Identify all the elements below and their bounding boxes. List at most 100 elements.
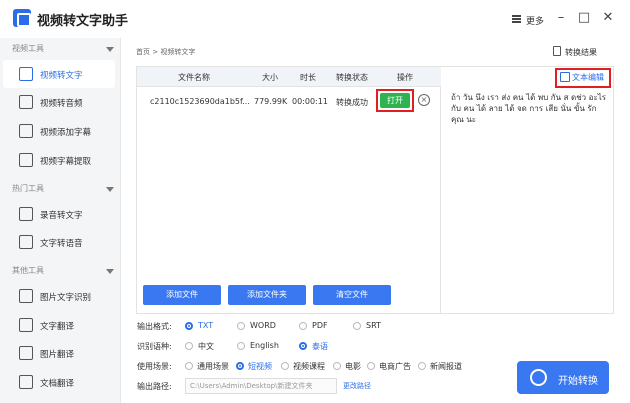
path-label: 输出路径: bbox=[137, 382, 172, 391]
chevron-down-icon[interactable] bbox=[106, 187, 114, 192]
convert-icon bbox=[530, 369, 547, 386]
change-path-link[interactable]: 更改路径 bbox=[343, 381, 371, 391]
radio-scene-ecommerce[interactable] bbox=[367, 362, 375, 370]
output-path-field[interactable]: C:\Users\Admin\Desktop\新建文件夹 bbox=[185, 378, 337, 394]
format-option-txt[interactable]: TXT bbox=[198, 321, 213, 330]
subtitle-icon bbox=[19, 153, 33, 167]
sidebar-section-hot-tools[interactable]: 热门工具 bbox=[0, 180, 121, 196]
sidebar-item-label: 视频转音频 bbox=[40, 99, 83, 109]
convert-result-button[interactable]: 转换结果 bbox=[565, 47, 597, 58]
clear-files-label: 清空文件 bbox=[336, 290, 368, 299]
sidebar-item-label: 视频转文字 bbox=[40, 71, 83, 81]
sidebar-item-label: 图片文字识别 bbox=[40, 293, 92, 303]
delete-icon[interactable]: × bbox=[418, 94, 430, 106]
scene-option-news[interactable]: 新闻报道 bbox=[430, 361, 462, 372]
chevron-down-icon[interactable] bbox=[106, 269, 114, 274]
format-label: 输出格式: bbox=[137, 322, 172, 331]
scene-option-ecommerce[interactable]: 电商广告 bbox=[379, 361, 411, 372]
sidebar-item-label: 视频添加字幕 bbox=[40, 128, 92, 138]
microphone-icon bbox=[19, 207, 33, 221]
sidebar-item-add-subtitle[interactable]: 视频添加字幕 bbox=[3, 117, 115, 145]
chevron-down-icon[interactable] bbox=[106, 47, 114, 52]
sidebar-item-extract-subtitle[interactable]: 视频字幕提取 bbox=[3, 146, 115, 174]
column-header-status: 转换状态 bbox=[336, 73, 368, 82]
radio-format-pdf[interactable] bbox=[299, 322, 307, 330]
play-icon bbox=[19, 124, 33, 138]
column-header-action: 操作 bbox=[397, 73, 413, 82]
sidebar-section-video-tools[interactable]: 视频工具 bbox=[0, 40, 121, 56]
menu-icon[interactable] bbox=[512, 15, 521, 23]
start-convert-label: 开始转换 bbox=[558, 376, 598, 387]
sidebar-item-video-to-audio[interactable]: 视频转音频 bbox=[3, 88, 115, 116]
image-text-icon bbox=[19, 289, 33, 303]
more-menu-button[interactable]: 更多 bbox=[526, 14, 544, 27]
video-text-icon bbox=[19, 67, 33, 81]
scene-label: 使用场景: bbox=[137, 362, 172, 371]
file-size-cell: 779.99K bbox=[254, 97, 288, 106]
sidebar-item-recording-to-text[interactable]: 录音转文字 bbox=[3, 200, 115, 228]
file-icon bbox=[553, 46, 561, 56]
add-file-button[interactable]: 添加文件 bbox=[143, 285, 221, 305]
sidebar-item-label: 文字翻译 bbox=[40, 322, 75, 332]
radio-language-chinese[interactable] bbox=[185, 342, 193, 350]
add-file-label: 添加文件 bbox=[166, 290, 198, 299]
column-header-size: 大小 bbox=[262, 73, 278, 82]
radio-language-english[interactable] bbox=[237, 342, 245, 350]
radio-scene-course[interactable] bbox=[281, 362, 289, 370]
radio-scene-general[interactable] bbox=[185, 362, 193, 370]
app-logo-icon bbox=[13, 9, 31, 27]
language-option-english[interactable]: English bbox=[250, 341, 279, 350]
sidebar-item-label: 视频字幕提取 bbox=[40, 157, 92, 167]
sidebar-item-image-ocr[interactable]: 图片文字识别 bbox=[3, 282, 115, 310]
scene-option-movie[interactable]: 电影 bbox=[345, 361, 361, 372]
text-speech-icon bbox=[19, 235, 33, 249]
radio-format-txt[interactable] bbox=[185, 322, 193, 330]
sidebar-item-document-translate[interactable]: 文档翻译 bbox=[3, 368, 115, 396]
column-header-duration: 时长 bbox=[300, 73, 316, 82]
close-icon[interactable]: ✕ bbox=[600, 10, 616, 26]
file-duration-cell: 00:00:11 bbox=[292, 97, 328, 106]
radio-scene-news[interactable] bbox=[418, 362, 426, 370]
result-text[interactable]: ถ้า วัน นึง เรา ส่ง คน ได้ พบ กัน ส ดช่ว… bbox=[451, 92, 609, 125]
radio-scene-movie[interactable] bbox=[333, 362, 341, 370]
minimize-icon[interactable]: – bbox=[553, 10, 569, 26]
breadcrumb: 首页 > 视频转文字 bbox=[136, 48, 196, 56]
sidebar-item-text-translate[interactable]: 文字翻译 bbox=[3, 311, 115, 339]
sidebar-item-image-translate[interactable]: 图片翻译 bbox=[3, 339, 115, 367]
radio-format-word[interactable] bbox=[237, 322, 245, 330]
document-icon bbox=[19, 375, 33, 389]
sidebar-item-text-to-speech[interactable]: 文字转语音 bbox=[3, 228, 115, 256]
scene-option-short-video[interactable]: 短视频 bbox=[248, 361, 272, 372]
sidebar-item-label: 文字转语音 bbox=[40, 239, 83, 249]
sidebar-item-video-to-text[interactable]: 视频转文字 bbox=[3, 60, 115, 88]
maximize-icon[interactable]: □ bbox=[576, 10, 592, 26]
scene-option-general[interactable]: 通用场景 bbox=[197, 361, 229, 372]
translate-icon bbox=[19, 318, 33, 332]
text-edit-button[interactable]: 文本编辑 bbox=[572, 72, 604, 83]
sidebar-item-label: 图片翻译 bbox=[40, 350, 75, 360]
section-label: 视频工具 bbox=[12, 44, 44, 53]
scene-option-course[interactable]: 视频课程 bbox=[293, 361, 325, 372]
open-button[interactable]: 打开 bbox=[380, 93, 410, 108]
sidebar-item-label: 录音转文字 bbox=[40, 211, 83, 221]
section-label: 热门工具 bbox=[12, 184, 44, 193]
language-option-chinese[interactable]: 中文 bbox=[198, 341, 214, 352]
app-title: 视频转文字助手 bbox=[37, 14, 129, 29]
edit-icon[interactable] bbox=[560, 72, 570, 82]
clear-files-button[interactable]: 清空文件 bbox=[313, 285, 391, 305]
sidebar-section-other-tools[interactable]: 其他工具 bbox=[0, 262, 121, 278]
add-folder-label: 添加文件夹 bbox=[247, 290, 287, 299]
format-option-word[interactable]: WORD bbox=[250, 321, 276, 330]
language-option-thai[interactable]: 泰语 bbox=[312, 341, 328, 352]
file-name-cell: c2110c1523690da1b5f... bbox=[150, 97, 250, 106]
language-label: 识别语种: bbox=[137, 342, 172, 351]
format-option-srt[interactable]: SRT bbox=[366, 321, 381, 330]
format-option-pdf[interactable]: PDF bbox=[312, 321, 328, 330]
radio-format-srt[interactable] bbox=[353, 322, 361, 330]
column-header-name: 文件名称 bbox=[178, 73, 210, 82]
file-status-cell: 转换成功 bbox=[336, 98, 368, 107]
add-folder-button[interactable]: 添加文件夹 bbox=[228, 285, 306, 305]
radio-scene-short-video[interactable] bbox=[236, 362, 244, 370]
image-icon bbox=[19, 346, 33, 360]
radio-language-thai[interactable] bbox=[299, 342, 307, 350]
